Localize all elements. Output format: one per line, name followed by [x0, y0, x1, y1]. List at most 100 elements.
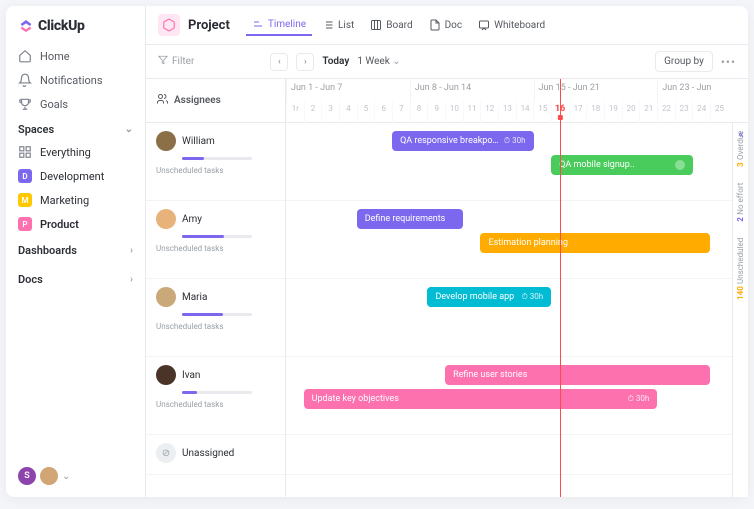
assignee[interactable]: Ivan: [156, 365, 275, 385]
today-button[interactable]: Today: [322, 56, 349, 67]
rail-unscheduled[interactable]: 140Unscheduled: [736, 230, 745, 308]
task-bar[interactable]: Define requirements: [357, 209, 463, 229]
groupby-button[interactable]: Group by: [655, 51, 713, 72]
unscheduled-label[interactable]: Unscheduled tasks: [156, 400, 275, 409]
views: Timeline List Board Doc Whiteboard: [246, 14, 551, 36]
task-label: Define requirements: [365, 214, 455, 224]
week-label: Jun 8 - Jun 14: [410, 79, 534, 101]
unscheduled-label[interactable]: Unscheduled tasks: [156, 166, 275, 175]
chevron-down-icon[interactable]: ⌄: [62, 471, 70, 482]
assignees-header[interactable]: Assignees: [146, 79, 285, 123]
dashboards-section[interactable]: Dashboards ›: [6, 236, 145, 265]
collapse-button[interactable]: «: [738, 127, 744, 141]
task-bar[interactable]: Develop mobile app⏱ 30h: [427, 287, 551, 307]
grid-icon: [18, 145, 32, 159]
assignee[interactable]: ⊘Unassigned: [156, 443, 275, 463]
space-badge: M: [18, 193, 32, 207]
unscheduled-label[interactable]: Unscheduled tasks: [156, 322, 275, 331]
task-bar[interactable]: QA responsive breakpoints⏱ 30h: [392, 131, 533, 151]
assignee-row: Amy Unscheduled tasks: [146, 201, 285, 279]
nav-home[interactable]: Home: [6, 44, 145, 68]
rail-noeffort[interactable]: 2No effort: [736, 175, 745, 230]
next-button[interactable]: ›: [296, 53, 314, 71]
right-rail: 3Overdue 2No effort 140Unscheduled: [732, 123, 748, 497]
unscheduled-label[interactable]: Unscheduled tasks: [156, 244, 275, 253]
clickup-logo-icon: [18, 18, 34, 34]
trophy-icon: [18, 97, 32, 111]
main: Project Timeline List Board Doc: [146, 6, 748, 497]
space-marketing[interactable]: M Marketing: [6, 188, 145, 212]
task-estimate: ⏱ 30h: [522, 292, 544, 302]
day-label: 10: [445, 101, 463, 123]
space-product[interactable]: P Product: [6, 212, 145, 236]
nav-notifications[interactable]: Notifications: [6, 68, 145, 92]
day-label: 8: [410, 101, 428, 123]
assignee[interactable]: William: [156, 131, 275, 151]
task-bar[interactable]: Estimation planning: [480, 233, 710, 253]
day-label: 23: [675, 101, 693, 123]
day-label: 20: [622, 101, 640, 123]
day-label: 2: [304, 101, 322, 123]
filter-button[interactable]: Filter: [158, 55, 194, 68]
week-label: Jun 23 - Jun: [657, 79, 728, 101]
week-label: Jun 15 - Jun 21: [534, 79, 658, 101]
day-label: 1r: [286, 101, 304, 123]
user-avatar[interactable]: S: [18, 467, 36, 485]
more-button[interactable]: •••: [721, 55, 736, 69]
day-label: 22: [657, 101, 675, 123]
avatar: [156, 287, 176, 307]
day-label: 11: [463, 101, 481, 123]
nav-goals[interactable]: Goals: [6, 92, 145, 116]
docs-section[interactable]: Docs ›: [6, 265, 145, 294]
home-icon: [18, 49, 32, 63]
day-label: 15: [533, 101, 551, 123]
task-label: QA mobile signup..: [559, 160, 670, 170]
space-badge: D: [18, 169, 32, 183]
brand-name: ClickUp: [38, 18, 85, 34]
list-icon: [322, 19, 334, 31]
chevron-down-icon: ⌄: [125, 124, 133, 135]
day-label: 6: [374, 101, 392, 123]
workload-bar: [182, 313, 252, 316]
day-label: 7: [392, 101, 410, 123]
assignee-row: ⊘Unassigned: [146, 435, 285, 475]
toolbar: Filter ‹ › Today 1 Week ⌄ Group by •••: [146, 45, 748, 79]
filter-icon: [158, 55, 168, 68]
info-icon: [675, 160, 685, 170]
range-select[interactable]: 1 Week ⌄: [357, 56, 400, 67]
chevron-down-icon: ⌄: [392, 56, 400, 67]
space-development[interactable]: D Development: [6, 164, 145, 188]
timeline-icon: [252, 18, 264, 30]
assignee[interactable]: Amy: [156, 209, 275, 229]
timeline-grid[interactable]: Jun 1 - Jun 7Jun 8 - Jun 14Jun 15 - Jun …: [286, 79, 748, 497]
day-label: 4: [339, 101, 357, 123]
view-timeline[interactable]: Timeline: [246, 14, 312, 36]
task-bar[interactable]: QA mobile signup..: [551, 155, 692, 175]
spaces-header[interactable]: Spaces ⌄: [6, 116, 145, 140]
view-doc[interactable]: Doc: [423, 14, 469, 36]
view-list[interactable]: List: [316, 14, 360, 36]
timeline-row: Refine user stories Update key objectives…: [286, 357, 748, 435]
sidebar: ClickUp Home Notifications Goals Spaces …: [6, 6, 146, 497]
workload-bar: [182, 391, 252, 394]
day-label: 13: [498, 101, 516, 123]
board-icon: [370, 19, 382, 31]
task-label: QA responsive breakpoints: [400, 136, 500, 146]
prev-button[interactable]: ‹: [270, 53, 288, 71]
day-label: 18: [586, 101, 604, 123]
task-bar[interactable]: Refine user stories: [445, 365, 710, 385]
logo[interactable]: ClickUp: [6, 14, 145, 44]
user-avatar[interactable]: [40, 467, 58, 485]
assignee[interactable]: Maria: [156, 287, 275, 307]
timeline-row: QA responsive breakpoints⏱ 30h QA mobile …: [286, 123, 748, 201]
day-label: 24: [692, 101, 710, 123]
task-bar[interactable]: Update key objectives⏱ 30h: [304, 389, 658, 409]
view-board[interactable]: Board: [364, 14, 418, 36]
today-marker: 16: [552, 103, 568, 121]
space-everything[interactable]: Everything: [6, 140, 145, 164]
avatar: [156, 131, 176, 151]
task-label: Refine user stories: [453, 370, 702, 380]
project-icon[interactable]: [158, 14, 180, 36]
view-whiteboard[interactable]: Whiteboard: [472, 14, 551, 36]
timeline: Assignees William Unscheduled tasks Amy …: [146, 79, 748, 497]
